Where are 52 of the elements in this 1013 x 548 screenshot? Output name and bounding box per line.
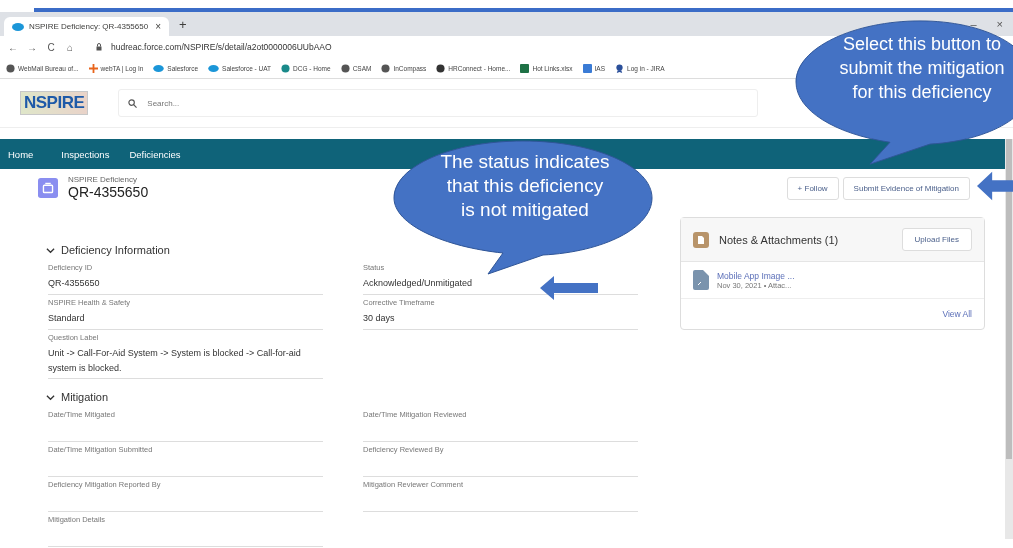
action-button[interactable]: + Follow <box>786 177 839 200</box>
record-icon <box>38 177 58 198</box>
nav-tab[interactable]: Inspections <box>61 148 130 160</box>
callout-text: Select this button to submit the mitigation for this deficiency <box>838 33 1006 104</box>
arrow <box>977 171 1013 201</box>
circle-icon <box>436 63 446 73</box>
cloud-icon <box>153 64 165 72</box>
upload-files-button[interactable]: Upload Files <box>901 228 972 251</box>
ribbon-icon <box>615 63 625 73</box>
nav-tab[interactable]: Home <box>8 148 62 160</box>
field-value: Unit -> Call-For-Aid System -> System is blocked -> Call-for-aid system is blocked. <box>48 347 302 375</box>
section-title[interactable]: Deficiency Information <box>61 244 170 256</box>
file-icon <box>693 270 709 290</box>
cloud-icon <box>12 22 24 31</box>
cloud-icon <box>208 64 220 72</box>
url-field[interactable]: hudreac.force.com/NSPIRE/s/detail/a2ot0000006UUbAAO <box>111 42 332 52</box>
field-value: 30 days <box>363 312 395 325</box>
lock-icon <box>96 43 102 51</box>
browser-nav-button[interactable]: ⌂ <box>65 41 75 53</box>
view-all-link[interactable]: View All <box>942 309 972 319</box>
square-icon <box>520 63 530 73</box>
search-field[interactable]: Search... <box>118 89 759 117</box>
scrollbar[interactable] <box>1005 139 1013 539</box>
file-link[interactable]: Mobile App Image ... <box>717 270 795 281</box>
card-title: Notes & Attachments (1) <box>719 233 839 246</box>
circle-icon <box>381 63 391 73</box>
browser-nav-button[interactable]: ← <box>8 41 18 53</box>
section-title[interactable]: Mitigation <box>61 391 109 403</box>
search-icon <box>128 99 138 108</box>
field-value: Acknowledged/Unmitigated <box>363 277 473 290</box>
browser-tab[interactable]: NSPIRE Deficiency: QR-4355650 × <box>4 17 169 36</box>
nspire-logo[interactable]: NSPIRE <box>20 91 89 115</box>
circle-icon <box>281 63 291 73</box>
new-tab-button[interactable]: + <box>169 17 197 36</box>
circle-icon <box>340 63 350 73</box>
chevron-icon[interactable] <box>46 245 55 255</box>
chevron-icon[interactable] <box>46 392 55 402</box>
action-button[interactable]: Submit Evidence of Mitigation <box>842 177 970 200</box>
arrow <box>540 276 598 300</box>
notes-icon <box>693 231 709 248</box>
circle-icon <box>6 63 15 73</box>
callout-text: The status indicates that this deficiency is not mitigated <box>440 150 610 222</box>
cross-icon <box>88 63 98 73</box>
record-title: QR-4355650 <box>68 184 149 200</box>
field-value: QR-4355650 <box>48 277 100 290</box>
browser-nav-button[interactable]: → <box>27 41 37 53</box>
close-tab-button[interactable]: × <box>155 21 161 32</box>
browser-nav-button[interactable]: C <box>46 41 56 53</box>
nav-tab[interactable]: Deficiencies <box>129 148 201 160</box>
field-value: Standard <box>48 312 85 325</box>
record-type: NSPIRE Deficiency <box>68 175 138 184</box>
square-icon <box>582 63 592 73</box>
